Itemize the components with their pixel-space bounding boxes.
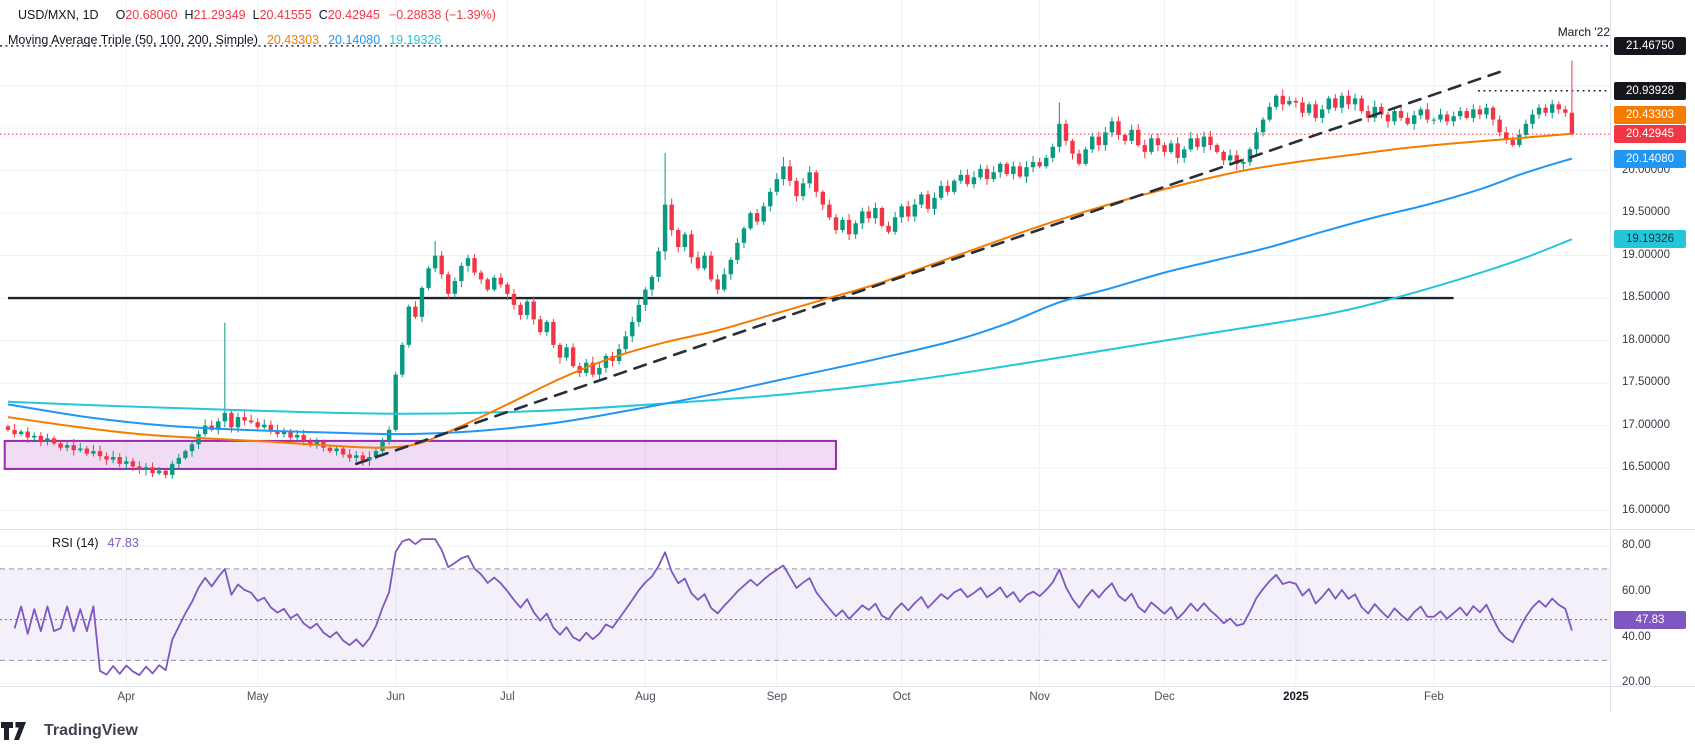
- price-axis-badge: 20.14080: [1614, 150, 1686, 168]
- time-axis-label: Nov: [1029, 691, 1049, 703]
- ma100-value: 20.14080: [328, 33, 380, 47]
- price-axis-label: 16.00000: [1622, 504, 1670, 516]
- price-axis-label: 19.00000: [1622, 249, 1670, 261]
- time-axis-label: Jul: [500, 691, 515, 703]
- open-label: O: [116, 8, 126, 22]
- price-axis-separator: [1610, 0, 1611, 712]
- footer-bar: TradingView: [0, 712, 1695, 752]
- price-axis-label: 18.50000: [1622, 291, 1670, 303]
- time-axis-label: Apr: [117, 691, 135, 703]
- rsi-axis-label: 20.00: [1622, 676, 1651, 688]
- rsi-axis-label: 60.00: [1622, 585, 1651, 597]
- rsi-pane-canvas[interactable]: [0, 529, 1610, 686]
- ma-legend-row[interactable]: Moving Average Triple (50, 100, 200, Sim…: [8, 33, 441, 47]
- ma200-value: 19.19326: [389, 33, 441, 47]
- price-axis-badge: 20.42945: [1614, 125, 1686, 143]
- pane-separator[interactable]: [0, 529, 1695, 530]
- low-value: 20.41555: [260, 8, 312, 22]
- rsi-legend-row[interactable]: RSI (14) 47.83: [52, 536, 139, 550]
- time-axis-label: Feb: [1424, 691, 1444, 703]
- change-value: −0.28838 (−1.39%): [389, 8, 496, 22]
- ma-indicator-title: Moving Average Triple (50, 100, 200, Sim…: [8, 33, 258, 47]
- price-pane-canvas[interactable]: [0, 0, 1610, 529]
- rsi-axis-label: 80.00: [1622, 539, 1651, 551]
- close-label: C: [319, 8, 328, 22]
- time-axis-label: 2025: [1283, 691, 1309, 703]
- rsi-value: 47.83: [108, 536, 139, 550]
- price-axis-label: 19.50000: [1622, 206, 1670, 218]
- ma50-value: 20.43303: [267, 33, 319, 47]
- time-axis-label: May: [247, 691, 269, 703]
- time-axis-label: Jun: [386, 691, 405, 703]
- march-22-label: March '22: [1520, 25, 1610, 39]
- time-axis-label: Oct: [893, 691, 911, 703]
- rsi-axis-label: 40.00: [1622, 631, 1651, 643]
- rsi-axis-badge: 47.83: [1614, 611, 1686, 629]
- high-value: 21.29349: [193, 8, 245, 22]
- price-axis-badge: 20.93928: [1614, 82, 1686, 100]
- time-axis-separator: [0, 686, 1695, 687]
- tradingview-logo-icon[interactable]: [0, 721, 26, 741]
- price-axis-badge: 19.19326: [1614, 230, 1686, 248]
- rsi-indicator-title: RSI (14): [52, 536, 99, 550]
- price-axis-label: 18.00000: [1622, 334, 1670, 346]
- tradingview-brand-text[interactable]: TradingView: [44, 722, 138, 740]
- time-axis-label: Dec: [1154, 691, 1174, 703]
- symbol-legend-row[interactable]: USD/MXN, 1DO20.68060H21.29349L20.41555C2…: [18, 8, 496, 22]
- low-label: L: [253, 8, 260, 22]
- price-axis-label: 17.50000: [1622, 376, 1670, 388]
- time-axis-label: Sep: [767, 691, 787, 703]
- symbol-title: USD/MXN, 1D: [18, 8, 99, 22]
- price-axis-badge: 21.46750: [1614, 37, 1686, 55]
- price-axis-badge: 20.43303: [1614, 106, 1686, 124]
- close-value: 20.42945: [328, 8, 380, 22]
- time-axis-label: Aug: [635, 691, 655, 703]
- price-axis-label: 16.50000: [1622, 461, 1670, 473]
- tradingview-chart-window: USD/MXN, 1DO20.68060H21.29349L20.41555C2…: [0, 0, 1695, 752]
- price-axis-label: 17.00000: [1622, 419, 1670, 431]
- open-value: 20.68060: [125, 8, 177, 22]
